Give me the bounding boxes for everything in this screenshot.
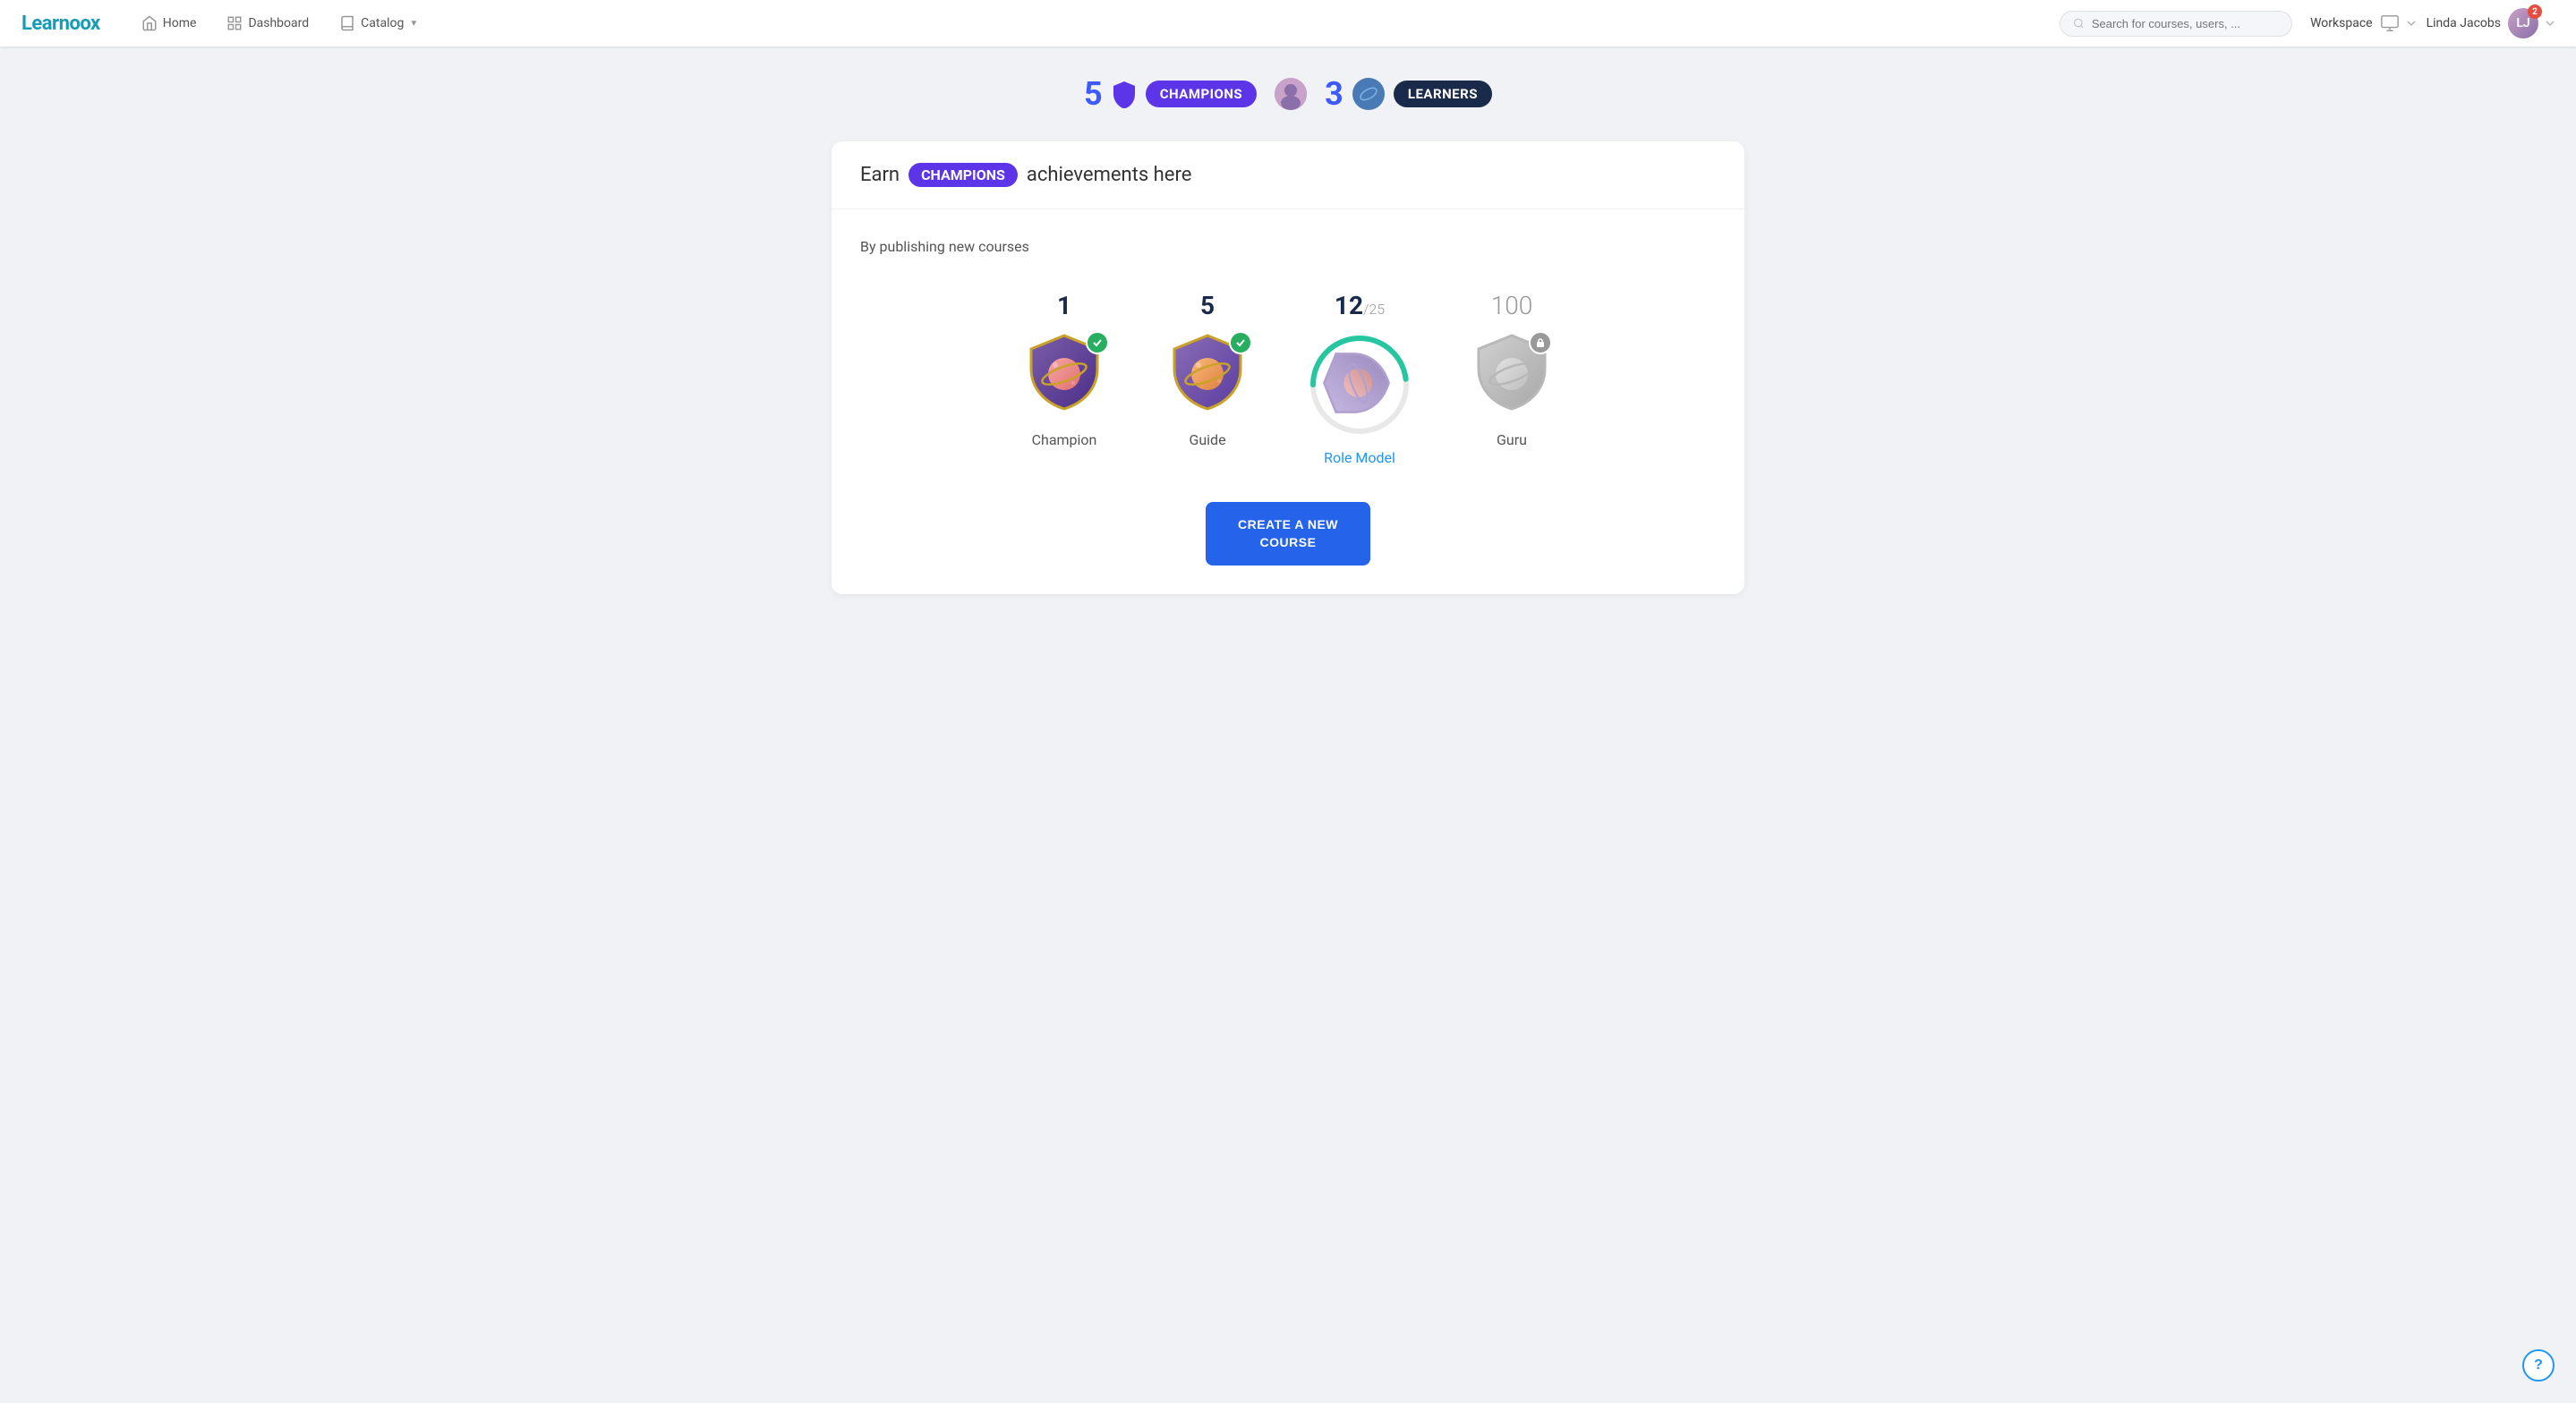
user-chevron-icon — [2546, 19, 2555, 28]
achievements-card: Earn CHAMPIONS achievements here By publ… — [832, 141, 1744, 594]
guide-label: Guide — [1189, 431, 1225, 448]
champions-shield-icon — [1112, 80, 1137, 108]
guide-visual — [1163, 331, 1252, 421]
user-name: Linda Jacobs — [2427, 16, 2501, 30]
role-model-count: 12/25 — [1335, 291, 1385, 320]
card-body: By publishing new courses 1 — [832, 209, 1744, 594]
header-champions-badge: CHAMPIONS — [908, 163, 1018, 187]
learners-stat: 3 LEARNERS — [1325, 75, 1492, 113]
role-model-shield-svg — [1320, 347, 1399, 419]
guru-label: Guru — [1497, 431, 1527, 448]
champion-count: 1 — [1057, 291, 1071, 320]
champions-badge-label: CHAMPIONS — [1146, 81, 1257, 107]
badge-role-model: 12/25 — [1306, 291, 1413, 466]
workspace-icon — [2380, 13, 2400, 33]
workspace-chevron-icon — [2407, 19, 2416, 28]
role-model-shield-wrapper — [1324, 344, 1395, 426]
navbar: Learnoox Home Dashboard Catalog ▼ Worksp… — [0, 0, 2576, 47]
logo[interactable]: Learnoox — [21, 13, 100, 35]
badge-guru: 100 — [1467, 291, 1557, 448]
badge-guide: 5 — [1163, 291, 1252, 448]
champions-stat: 5 CHAMPIONS — [1084, 75, 1257, 113]
champion-visual — [1019, 331, 1109, 421]
card-header: Earn CHAMPIONS achievements here — [832, 141, 1744, 209]
search-icon — [2073, 17, 2085, 30]
notification-badge: 2 — [2528, 4, 2542, 19]
guide-count: 5 — [1200, 291, 1215, 320]
create-course-button[interactable]: CREATE A NEWCOURSE — [1206, 502, 1370, 565]
role-model-progress-ring — [1306, 331, 1413, 438]
nav-links: Home Dashboard Catalog ▼ — [129, 10, 2060, 37]
nav-dashboard[interactable]: Dashboard — [214, 10, 321, 37]
champion-check-icon — [1086, 331, 1109, 354]
avatar-between — [1275, 78, 1307, 110]
cta-container: CREATE A NEWCOURSE — [860, 502, 1716, 565]
dashboard-icon — [226, 15, 243, 31]
guru-count: 100 — [1491, 291, 1533, 320]
champion-label: Champion — [1032, 431, 1097, 448]
badge-champion: 1 — [1019, 291, 1109, 448]
learners-badge-label: LEARNERS — [1394, 81, 1492, 107]
main-content: 5 CHAMPIONS 3 LEARNERS — [796, 47, 1780, 623]
learners-count: 3 — [1325, 75, 1343, 113]
section-title: By publishing new courses — [860, 238, 1716, 255]
search-bar[interactable] — [2060, 11, 2292, 37]
search-input[interactable] — [2092, 17, 2279, 30]
avatar-wrapper: LJ 2 — [2508, 8, 2538, 38]
nav-home[interactable]: Home — [129, 10, 209, 37]
user-info[interactable]: Linda Jacobs LJ 2 — [2427, 8, 2555, 38]
user-avatar-icon — [1275, 78, 1307, 110]
stats-row: 5 CHAMPIONS 3 LEARNERS — [832, 75, 1744, 113]
guru-visual — [1467, 331, 1557, 421]
badges-row: 1 — [860, 291, 1716, 466]
champions-count: 5 — [1084, 75, 1103, 113]
guru-lock-icon — [1529, 331, 1552, 354]
help-button[interactable]: ? — [2522, 1349, 2555, 1382]
role-model-label: Role Model — [1324, 449, 1395, 466]
nav-right: Workspace Linda Jacobs LJ 2 — [2310, 8, 2555, 38]
planet-icon — [1357, 82, 1380, 106]
nav-catalog[interactable]: Catalog ▼ — [327, 10, 431, 37]
guide-check-icon — [1229, 331, 1252, 354]
learners-planet-icon — [1352, 78, 1385, 110]
home-icon — [141, 15, 158, 31]
workspace-button[interactable]: Workspace — [2310, 13, 2416, 33]
catalog-icon — [339, 15, 355, 31]
catalog-dropdown-arrow: ▼ — [409, 19, 418, 29]
